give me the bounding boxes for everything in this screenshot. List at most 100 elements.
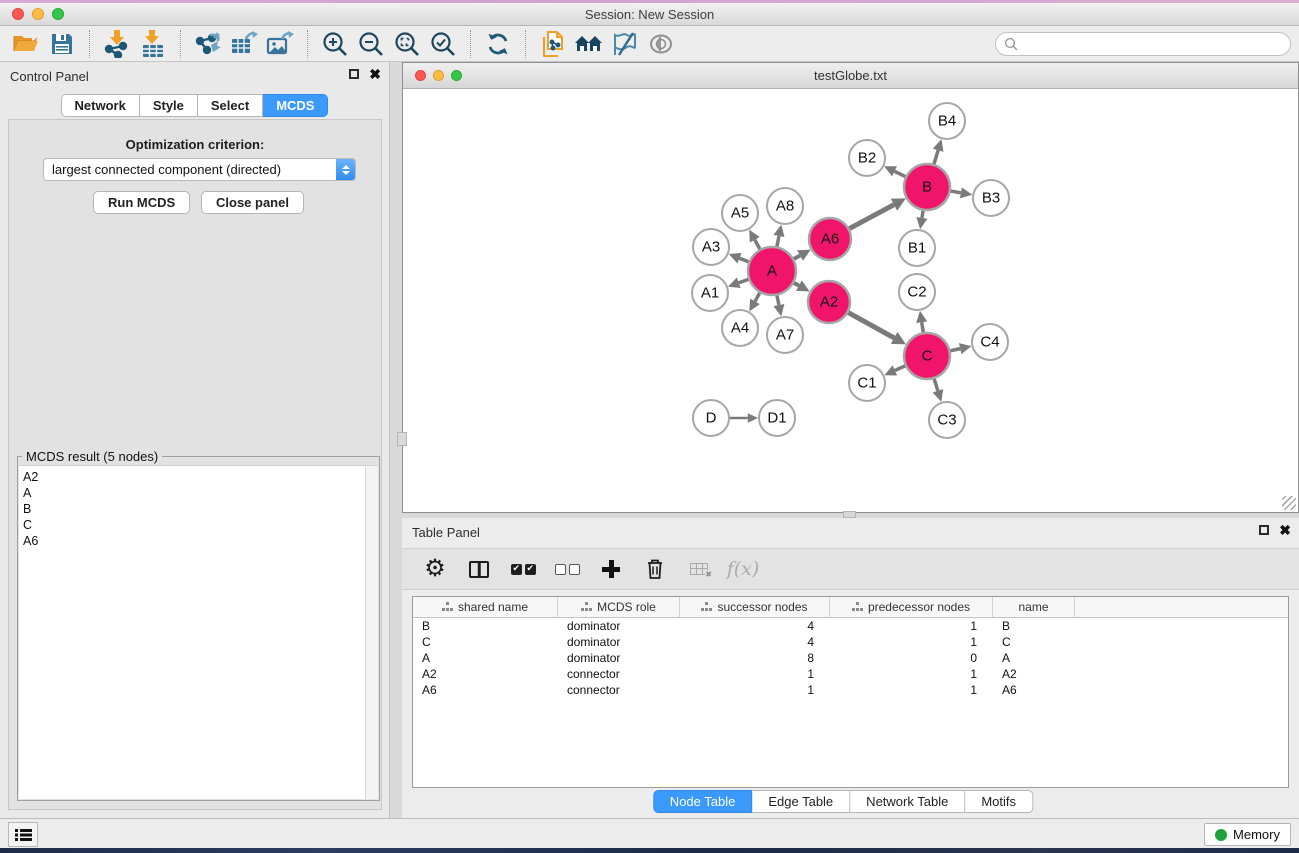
open-session-button[interactable] xyxy=(8,28,44,60)
zoom-fit-button[interactable] xyxy=(389,28,425,60)
node-B2[interactable]: B2 xyxy=(849,140,885,176)
node-C4[interactable]: C4 xyxy=(972,324,1008,360)
node-A4[interactable]: A4 xyxy=(722,310,758,346)
edge-A6-B[interactable] xyxy=(849,205,894,229)
table-row[interactable]: A2connector11A2 xyxy=(413,666,1288,682)
edge-C-C2[interactable] xyxy=(922,322,924,332)
float-panel-icon[interactable] xyxy=(349,69,359,79)
table-cell[interactable]: A6 xyxy=(993,682,1075,698)
close-panel-icon[interactable]: ✖ xyxy=(1279,524,1291,536)
export-image-button[interactable] xyxy=(262,28,298,60)
node-A6[interactable]: A6 xyxy=(809,218,851,260)
run-mcds-button[interactable]: Run MCDS xyxy=(93,191,190,214)
network-graph[interactable]: B4B2BB3A5A8A6A3B1AA1C2A2A4A7CC4C1C3DD1 xyxy=(403,90,1298,512)
delete-column-button[interactable] xyxy=(640,554,670,584)
column-header-shared-name[interactable]: shared name xyxy=(413,597,558,617)
select-all-button[interactable] xyxy=(508,554,538,584)
table-cell[interactable]: dominator xyxy=(558,634,680,650)
tab-network[interactable]: Network xyxy=(61,94,140,117)
delete-table-button[interactable] xyxy=(684,554,714,584)
table-cell[interactable]: connector xyxy=(558,682,680,698)
table-cell[interactable]: B xyxy=(993,618,1075,634)
close-window-button[interactable] xyxy=(12,8,24,20)
network-canvas[interactable]: B4B2BB3A5A8A6A3B1AA1C2A2A4A7CC4C1C3DD1 xyxy=(403,90,1298,512)
table-cell[interactable]: A6 xyxy=(413,682,558,698)
table-row[interactable]: Bdominator41B xyxy=(413,618,1288,634)
add-column-button[interactable] xyxy=(596,554,626,584)
style-toggle-button[interactable] xyxy=(607,28,643,60)
node-A2[interactable]: A2 xyxy=(808,281,850,323)
eye-button[interactable] xyxy=(643,28,679,60)
zoom-in-button[interactable] xyxy=(317,28,353,60)
edge-C-C1[interactable] xyxy=(895,366,905,371)
split-panel-button[interactable] xyxy=(464,554,494,584)
horizontal-splitter-handle[interactable] xyxy=(843,511,856,518)
table-cell[interactable]: 8 xyxy=(680,650,830,666)
node-B4[interactable]: B4 xyxy=(929,103,965,139)
table-cell[interactable]: dominator xyxy=(558,618,680,634)
criterion-dropdown[interactable]: largest connected component (directed) xyxy=(43,158,356,181)
import-network-button[interactable] xyxy=(99,28,135,60)
table-cell[interactable]: A xyxy=(413,650,558,666)
node-C[interactable]: C xyxy=(904,333,950,379)
toolbar-search[interactable] xyxy=(995,32,1291,56)
node-A7[interactable]: A7 xyxy=(767,317,803,353)
search-input[interactable] xyxy=(1023,37,1282,51)
import-table-button[interactable] xyxy=(135,28,171,60)
mcds-result-item[interactable]: A6 xyxy=(23,533,378,549)
edge-B-B1[interactable] xyxy=(922,211,923,218)
edge-B-B2[interactable] xyxy=(895,171,906,176)
edge-A-A2[interactable] xyxy=(794,283,799,286)
float-panel-icon[interactable] xyxy=(1259,525,1269,535)
table-cell[interactable]: A2 xyxy=(413,666,558,682)
export-table-button[interactable] xyxy=(226,28,262,60)
node-B1[interactable]: B1 xyxy=(899,230,935,266)
tab-mcds[interactable]: MCDS xyxy=(263,94,328,117)
mcds-result-list[interactable]: A2ABCA6 xyxy=(19,465,378,799)
save-session-button[interactable] xyxy=(44,28,80,60)
tab-node-table[interactable]: Node Table xyxy=(653,790,753,813)
export-network-button[interactable] xyxy=(190,28,226,60)
close-panel-button[interactable]: Close panel xyxy=(201,191,304,214)
edge-A-A8[interactable] xyxy=(777,236,779,247)
node-A[interactable]: A xyxy=(748,247,796,295)
table-row[interactable]: Cdominator41C xyxy=(413,634,1288,650)
node-C1[interactable]: C1 xyxy=(849,365,885,401)
column-header-predecessor-nodes[interactable]: predecessor nodes xyxy=(830,597,993,617)
tab-network-table[interactable]: Network Table xyxy=(850,790,965,813)
column-header-name[interactable]: name xyxy=(993,597,1075,617)
table-cell[interactable]: 1 xyxy=(680,666,830,682)
zoom-out-button[interactable] xyxy=(353,28,389,60)
table-cell[interactable]: 4 xyxy=(680,634,830,650)
edge-A2-C[interactable] xyxy=(848,313,894,338)
node-D1[interactable]: D1 xyxy=(759,400,795,436)
edge-A-A6[interactable] xyxy=(794,256,800,259)
refresh-button[interactable] xyxy=(480,28,516,60)
table-cell[interactable]: 4 xyxy=(680,618,830,634)
edge-A-A5[interactable] xyxy=(755,240,760,249)
deselect-all-button[interactable] xyxy=(552,554,582,584)
edge-A-A1[interactable] xyxy=(739,279,749,282)
mcds-result-item[interactable]: A xyxy=(23,485,378,501)
mcds-result-item[interactable]: A2 xyxy=(23,469,378,485)
node-A3[interactable]: A3 xyxy=(693,229,729,265)
column-header-successor-nodes[interactable]: successor nodes xyxy=(680,597,830,617)
zoom-window-button[interactable] xyxy=(52,8,64,20)
edge-A-A4[interactable] xyxy=(755,293,760,302)
node-D[interactable]: D xyxy=(693,400,729,436)
clone-network-button[interactable] xyxy=(535,28,571,60)
table-cell[interactable]: A2 xyxy=(993,666,1075,682)
edge-A-A7[interactable] xyxy=(777,295,779,305)
edge-B-B4[interactable] xyxy=(934,150,938,164)
app-titlebar[interactable]: Session: New Session xyxy=(0,3,1299,26)
node-A8[interactable]: A8 xyxy=(767,188,803,224)
minimize-window-button[interactable] xyxy=(32,8,44,20)
close-panel-icon[interactable]: ✖ xyxy=(369,68,381,80)
function-builder-button[interactable]: f(x) xyxy=(728,554,758,584)
resize-grip[interactable] xyxy=(1282,496,1296,510)
node-C2[interactable]: C2 xyxy=(899,274,935,310)
node-C3[interactable]: C3 xyxy=(929,402,965,438)
network-zoom-button[interactable] xyxy=(451,70,462,81)
table-cell[interactable]: 1 xyxy=(830,634,993,650)
node-A5[interactable]: A5 xyxy=(722,195,758,231)
